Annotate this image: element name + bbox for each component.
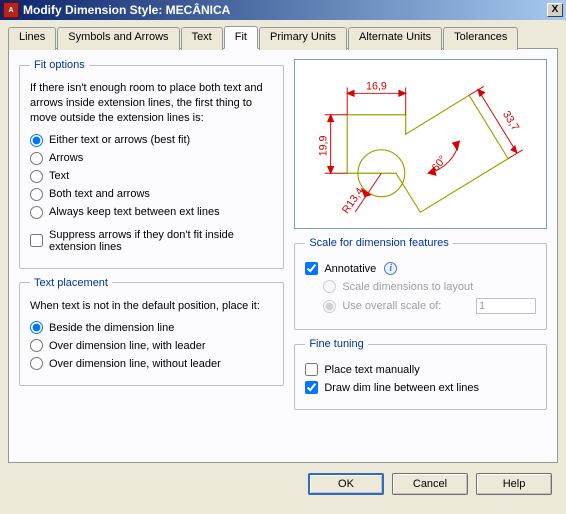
- checkbox-annotative-label: Annotative: [324, 263, 376, 275]
- tab-symbols-arrows[interactable]: Symbols and Arrows: [57, 27, 179, 50]
- tab-fit[interactable]: Fit: [224, 26, 258, 49]
- radio-always-between[interactable]: [30, 206, 43, 219]
- tab-text[interactable]: Text: [181, 27, 223, 50]
- checkbox-draw-dim-line-label: Draw dim line between ext lines: [324, 382, 479, 394]
- help-button[interactable]: Help: [476, 473, 552, 495]
- text-placement-legend: Text placement: [30, 277, 112, 289]
- ok-button[interactable]: OK: [308, 473, 384, 495]
- text-placement-group: Text placement When text is not in the d…: [19, 277, 284, 387]
- button-bar: OK Cancel Help: [8, 463, 558, 495]
- scale-group: Scale for dimension features Annotative …: [294, 237, 547, 330]
- radio-scale-layout-label: Scale dimensions to layout: [342, 281, 473, 293]
- preview-dim-diag: 33,7: [500, 109, 521, 133]
- checkbox-suppress-arrows[interactable]: [30, 234, 43, 247]
- radio-text[interactable]: [30, 170, 43, 183]
- radio-use-overall-label: Use overall scale of:: [342, 300, 441, 312]
- checkbox-annotative[interactable]: [305, 262, 318, 275]
- left-column: Fit options If there isn't enough room t…: [19, 59, 284, 452]
- radio-over-no-leader[interactable]: [30, 357, 43, 370]
- tab-strip: Lines Symbols and Arrows Text Fit Primar…: [8, 26, 558, 49]
- tab-page-fit: Fit options If there isn't enough room t…: [8, 48, 558, 463]
- tab-primary-units[interactable]: Primary Units: [259, 27, 347, 50]
- radio-either-label: Either text or arrows (best fit): [49, 134, 190, 146]
- fine-tuning-legend: Fine tuning: [305, 338, 367, 350]
- fit-options-group: Fit options If there isn't enough room t…: [19, 59, 284, 269]
- checkbox-place-manually[interactable]: [305, 363, 318, 376]
- radio-over-leader[interactable]: [30, 339, 43, 352]
- fit-options-description: If there isn't enough room to place both…: [30, 81, 273, 126]
- client-area: Lines Symbols and Arrows Text Fit Primar…: [0, 20, 566, 514]
- radio-beside-label: Beside the dimension line: [49, 322, 174, 334]
- fine-tuning-group: Fine tuning Place text manually Draw dim…: [294, 338, 547, 410]
- radio-always-between-label: Always keep text between ext lines: [49, 206, 220, 218]
- right-column: 16,9 19,9 33,7: [294, 59, 547, 452]
- radio-both-label: Both text and arrows: [49, 188, 150, 200]
- radio-arrows-label: Arrows: [49, 152, 83, 164]
- app-icon: A: [3, 2, 19, 18]
- radio-both[interactable]: [30, 188, 43, 201]
- scale-legend: Scale for dimension features: [305, 237, 452, 249]
- close-button[interactable]: X: [547, 3, 563, 17]
- checkbox-place-manually-label: Place text manually: [324, 364, 419, 376]
- checkbox-suppress-arrows-label: Suppress arrows if they don't fit inside…: [49, 229, 273, 253]
- radio-arrows[interactable]: [30, 152, 43, 165]
- fit-options-legend: Fit options: [30, 59, 89, 71]
- tab-lines[interactable]: Lines: [8, 27, 56, 50]
- preview-svg: 16,9 19,9 33,7: [301, 66, 540, 222]
- overall-scale-input: [476, 298, 536, 314]
- dimension-preview: 16,9 19,9 33,7: [294, 59, 547, 229]
- tab-alternate-units[interactable]: Alternate Units: [348, 27, 442, 50]
- cancel-button[interactable]: Cancel: [392, 473, 468, 495]
- preview-dim-top: 16,9: [366, 80, 387, 92]
- tab-tolerances[interactable]: Tolerances: [443, 27, 518, 50]
- radio-beside[interactable]: [30, 321, 43, 334]
- radio-either[interactable]: [30, 134, 43, 147]
- radio-over-leader-label: Over dimension line, with leader: [49, 340, 206, 352]
- radio-over-no-leader-label: Over dimension line, without leader: [49, 358, 221, 370]
- radio-use-overall: [323, 300, 336, 313]
- checkbox-draw-dim-line[interactable]: [305, 381, 318, 394]
- preview-dim-left: 19,9: [318, 135, 330, 156]
- info-icon[interactable]: i: [384, 262, 397, 275]
- preview-dim-radius: R13,4: [340, 186, 366, 216]
- text-placement-description: When text is not in the default position…: [30, 299, 273, 314]
- window-title: Modify Dimension Style: MECÂNICA: [23, 3, 547, 17]
- titlebar: A Modify Dimension Style: MECÂNICA X: [0, 0, 566, 20]
- radio-scale-layout: [323, 280, 336, 293]
- radio-text-label: Text: [49, 170, 69, 182]
